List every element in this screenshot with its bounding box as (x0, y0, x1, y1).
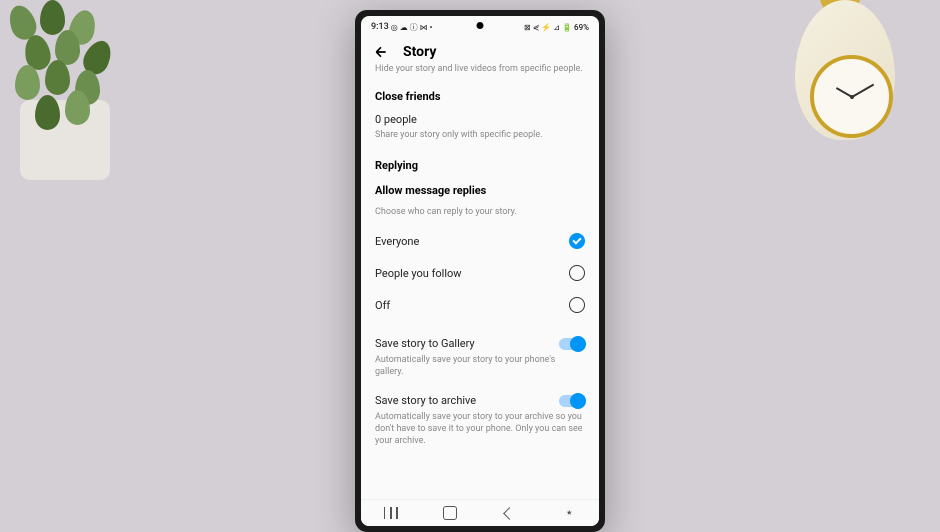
reply-option-off[interactable]: Off (375, 289, 585, 321)
close-friends-hint: Share your story only with specific peop… (375, 130, 585, 142)
status-battery: 69% (574, 23, 589, 32)
save-gallery-hint: Automatically save your story to your ph… (375, 355, 585, 378)
save-archive-label: Save story to archive (375, 394, 476, 407)
recent-apps-icon (384, 507, 398, 519)
back-arrow-icon (373, 44, 389, 60)
status-time: 9:13 (371, 22, 389, 32)
status-right-icons: ⊠ ⋞ ⚡ ⊿ 🔋 (524, 23, 572, 32)
close-friends-title: Close friends (375, 90, 585, 103)
allow-replies-hint: Choose who can reply to your story. (375, 207, 585, 219)
close-friends-count: 0 people (375, 113, 585, 126)
radio-unchecked-icon (569, 297, 585, 313)
save-gallery-row[interactable]: Save story to Gallery (375, 331, 585, 352)
allow-replies-title: Allow message replies (375, 184, 585, 197)
save-archive-hint: Automatically save your story to your ar… (375, 412, 585, 447)
phone-screen: 9:13 ◎ ☁ ⓘ ⋈ • ⊠ ⋞ ⚡ ⊿ 🔋 69% Story Hide … (361, 16, 599, 526)
home-icon (443, 506, 457, 520)
back-icon (503, 507, 516, 520)
hide-story-hint: Hide your story and live videos from spe… (375, 64, 585, 76)
page-title: Story (403, 44, 436, 60)
clock-decoration (770, 0, 920, 195)
camera-notch (477, 22, 484, 29)
reply-option-following[interactable]: People you follow (375, 257, 585, 289)
nav-home-button[interactable] (440, 503, 460, 523)
reply-off-label: Off (375, 299, 390, 312)
reply-option-everyone[interactable]: Everyone (375, 225, 585, 257)
radio-unchecked-icon (569, 265, 585, 281)
replying-title: Replying (375, 159, 585, 172)
toggle-on-icon (559, 395, 585, 407)
back-button[interactable] (373, 44, 389, 60)
page-header: Story (361, 36, 599, 64)
plant-decoration (0, 0, 160, 190)
nav-back-button[interactable] (500, 503, 520, 523)
phone-frame: 9:13 ◎ ☁ ⓘ ⋈ • ⊠ ⋞ ⚡ ⊿ 🔋 69% Story Hide … (355, 10, 605, 532)
close-friends-section[interactable]: Close friends 0 people Share your story … (375, 90, 585, 142)
radio-checked-icon (569, 233, 585, 249)
android-nav-bar: ⋆ (361, 499, 599, 526)
save-archive-row[interactable]: Save story to archive (375, 388, 585, 409)
toggle-on-icon (559, 338, 585, 350)
nav-accessibility-button[interactable]: ⋆ (559, 503, 579, 523)
save-gallery-label: Save story to Gallery (375, 337, 475, 350)
nav-recent-button[interactable] (381, 503, 401, 523)
status-left-icons: ◎ ☁ ⓘ ⋈ • (391, 22, 433, 33)
accessibility-icon: ⋆ (565, 505, 574, 521)
reply-following-label: People you follow (375, 267, 462, 280)
reply-everyone-label: Everyone (375, 235, 419, 248)
